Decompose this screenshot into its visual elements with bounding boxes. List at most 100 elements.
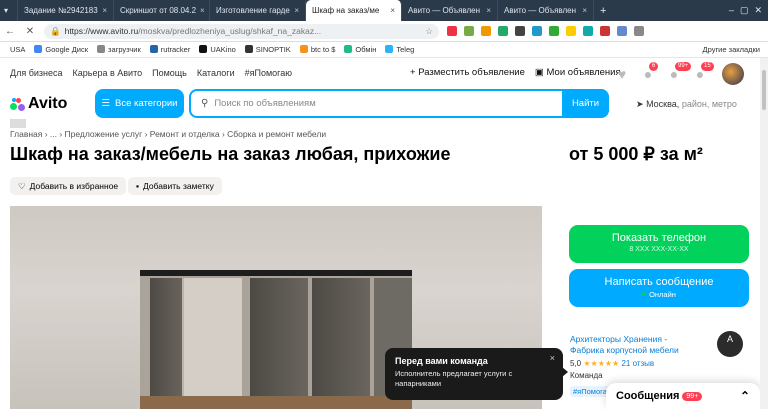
close-icon[interactable]: × — [550, 353, 555, 363]
avatar[interactable] — [722, 63, 744, 85]
location-selector[interactable]: ➤ Москва, район, метро — [636, 99, 737, 110]
uakino-icon — [199, 45, 208, 53]
page-scrollbar[interactable] — [760, 58, 768, 409]
avito-logo[interactable]: Avito — [10, 95, 67, 113]
breadcrumb[interactable]: Главная › ... › Предложение услуг › Ремо… — [10, 129, 326, 139]
close-icon[interactable]: × — [578, 6, 587, 15]
lock-icon: 🔒 — [50, 25, 61, 36]
close-icon[interactable]: × — [482, 6, 491, 15]
extension-icon[interactable] — [634, 26, 644, 36]
messages-bar[interactable]: Сообщения 99+ ⌃ — [606, 383, 760, 409]
rating-stars: ★★★★★ — [583, 359, 620, 368]
other-bookmarks[interactable]: Другие закладки — [703, 45, 768, 54]
post-ad-link[interactable]: + Разместить объявление — [410, 67, 525, 78]
extension-icon[interactable] — [532, 26, 542, 36]
close-icon[interactable]: × — [386, 6, 395, 15]
bookmark-item[interactable]: UAKino — [199, 45, 236, 54]
minimize-icon[interactable]: – — [729, 5, 734, 16]
wardrobe-door — [150, 278, 184, 409]
reload-icon[interactable]: ✕ — [20, 26, 40, 37]
tab-1[interactable]: Задание №2942183 × — [10, 0, 114, 128]
header-actions: + Разместить объявление ▣ Мои объявления — [410, 67, 621, 78]
bookmark-item[interactable]: загрузчик — [97, 45, 141, 54]
tooltip-text: Исполнитель предлагает услуги с напарник… — [395, 369, 513, 388]
bookmark-item[interactable]: rutracker — [149, 45, 190, 54]
heart-icon[interactable]: ♥ — [614, 66, 630, 82]
show-phone-button[interactable]: Показать телефон 8 XXX XXX-XX-XX — [569, 225, 749, 263]
tooltip-title: Перед вами команда — [395, 356, 488, 366]
close-icon[interactable]: × — [290, 6, 299, 15]
add-note-button[interactable]: ▪ Добавить заметку — [128, 177, 222, 195]
new-tab-button[interactable]: + — [594, 0, 612, 21]
search-icon: ⚲ — [201, 98, 209, 109]
wardrobe-door — [312, 278, 370, 409]
search-input[interactable]: Поиск по объявлениям — [214, 98, 315, 109]
chat-icon[interactable]: ● 99+ — [666, 62, 692, 82]
messages-badge: 99+ — [675, 62, 692, 71]
extension-icon[interactable] — [515, 26, 525, 36]
close-icon[interactable]: × — [98, 6, 107, 15]
messages-count-badge: 99+ — [682, 391, 703, 401]
bookmark-item[interactable]: btc to $ — [299, 45, 335, 54]
heart-outline-icon: ♡ — [18, 180, 26, 191]
tab-5[interactable]: Авито — Объявлен × — [10, 0, 498, 128]
extension-icon[interactable] — [464, 26, 474, 36]
extension-icon[interactable] — [447, 26, 457, 36]
bookmark-item[interactable]: Teleg — [385, 45, 414, 54]
header-icons: ♥ ● 6 ● 99+ ● 15 — [614, 62, 744, 85]
extension-icon[interactable] — [583, 26, 593, 36]
cart-icon[interactable]: ● 15 — [692, 62, 714, 82]
bookmark-label: UAKino — [210, 45, 236, 54]
maximize-icon[interactable]: ▢ — [740, 5, 749, 16]
close-window-icon[interactable]: ✕ — [754, 5, 762, 16]
bookmark-label: Teleg — [396, 45, 415, 54]
bookmark-item[interactable]: SINOPTIK — [244, 45, 291, 54]
post-ad-label: Разместить объявление — [418, 67, 525, 78]
bookmark-star-icon[interactable]: ☆ — [425, 26, 433, 37]
extensions-bar — [447, 26, 644, 36]
tab-6[interactable]: Авито — Объявлен × — [10, 0, 594, 128]
extension-icon[interactable] — [566, 26, 576, 36]
bell-icon[interactable]: ● 6 — [640, 62, 659, 82]
nav-link-catalogs[interactable]: Каталоги — [197, 68, 235, 78]
bookmark-item[interactable]: Обмін — [344, 45, 376, 54]
my-ads-label: Мои объявления — [546, 67, 621, 78]
nav-link-ihelp[interactable]: #яПомогаю — [245, 68, 292, 78]
extension-icon[interactable] — [600, 26, 610, 36]
extension-icon[interactable] — [498, 26, 508, 36]
url-field[interactable]: 🔒 https://www.avito.ru/moskva/predlozhen… — [44, 23, 439, 39]
logo-text: Avito — [28, 95, 68, 112]
tab-2[interactable]: Скриншот от 08.04.2 × — [10, 0, 210, 128]
tab-label: Скриншот от 08.04.2 — [120, 6, 197, 15]
add-favorite-button[interactable]: ♡ Добавить в избранное — [10, 177, 127, 195]
extension-icon[interactable] — [481, 26, 491, 36]
tab-3[interactable]: Изготовление гарде × — [10, 0, 306, 128]
tab-menu-icon[interactable]: ▾ — [0, 0, 18, 21]
close-icon[interactable]: × — [196, 6, 205, 15]
plus-icon: + — [410, 67, 416, 78]
nav-link-career[interactable]: Карьера в Авито — [73, 68, 143, 78]
extension-icon[interactable] — [617, 26, 627, 36]
tab-label: Авито — Объявлен — [504, 6, 576, 15]
reviews-link[interactable]: 21 отзыв — [621, 359, 654, 368]
photo-curtain — [182, 278, 242, 409]
search-button[interactable]: Найти — [562, 89, 609, 118]
bookmark-item[interactable]: Google Диск — [34, 45, 88, 54]
menu-icon: ☰ — [101, 98, 111, 109]
seller-name[interactable]: Архитекторы Хранения - Фабрика корпусной… — [570, 334, 690, 356]
chevron-up-icon[interactable]: ⌃ — [740, 389, 750, 403]
scrollbar-thumb[interactable] — [762, 70, 766, 110]
show-phone-label: Показать телефон — [611, 232, 707, 244]
all-categories-button[interactable]: ☰ Все категории — [95, 89, 184, 118]
bookmarks-bar: USA Google Диск загрузчик rutracker UAKi… — [0, 42, 768, 58]
write-message-button[interactable]: Написать сообщение Онлайн — [569, 269, 749, 307]
my-ads-link[interactable]: ▣ Мои объявления — [535, 67, 621, 78]
nav-link-help[interactable]: Помощь — [152, 68, 187, 78]
nav-link-business[interactable]: Для бизнеса — [10, 68, 63, 78]
back-icon[interactable]: ← — [0, 26, 20, 37]
seller-avatar[interactable]: A — [717, 331, 743, 357]
bookmark-item[interactable]: USA — [10, 45, 25, 54]
tab-active[interactable]: Шкаф на заказ/ме × — [10, 0, 402, 128]
exchange-icon — [344, 45, 353, 53]
extension-icon[interactable] — [549, 26, 559, 36]
